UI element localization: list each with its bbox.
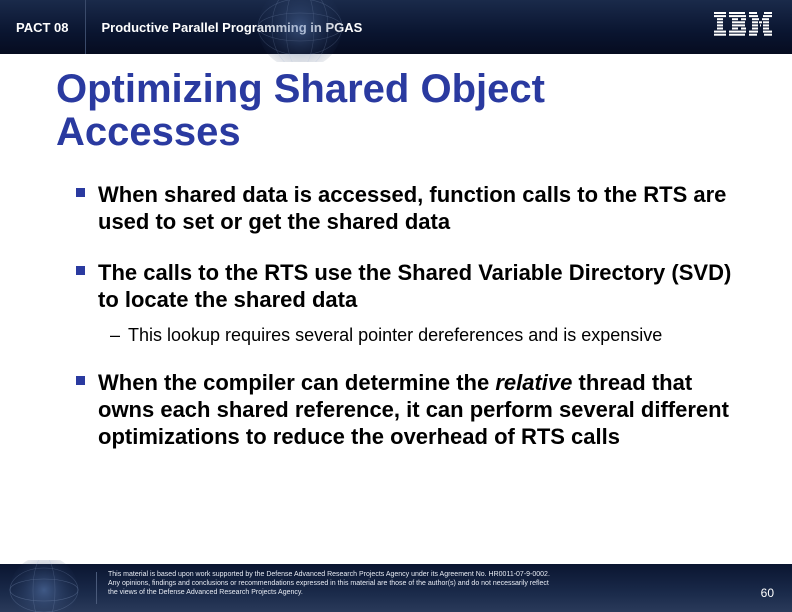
- footer-divider: [96, 572, 97, 604]
- footer-bar: This material is based upon work support…: [0, 564, 792, 612]
- bullet-text-pre: When the compiler can determine the: [98, 370, 495, 395]
- bullet-text: The calls to the RTS use the Shared Vari…: [98, 260, 731, 312]
- disclaimer-line: Any opinions, findings and conclusions o…: [108, 580, 732, 589]
- disclaimer-line: This material is based upon work support…: [108, 571, 732, 580]
- sub-bullet-item: This lookup requires several pointer der…: [98, 324, 736, 347]
- ibm-logo: [714, 12, 772, 36]
- bullet-item: When shared data is accessed, function c…: [56, 182, 736, 236]
- disclaimer-line: the views of the Defense Advanced Resear…: [108, 589, 732, 598]
- bullet-list: When shared data is accessed, function c…: [56, 182, 736, 450]
- bullet-item: When the compiler can determine the rela…: [56, 370, 736, 450]
- globe-decoration-bottom: [0, 560, 96, 612]
- header-bar: PACT 08 Productive Parallel Programming …: [0, 0, 792, 54]
- slide-title: Optimizing Shared Object Accesses: [56, 68, 736, 154]
- page-number: 60: [761, 586, 774, 600]
- bullet-text-em: relative: [495, 370, 572, 395]
- bullet-item: The calls to the RTS use the Shared Vari…: [56, 260, 736, 346]
- slide-body: Optimizing Shared Object Accesses When s…: [0, 54, 792, 451]
- sub-bullet-list: This lookup requires several pointer der…: [98, 324, 736, 347]
- footer-disclaimer: This material is based upon work support…: [108, 571, 732, 597]
- bullet-text: When shared data is accessed, function c…: [98, 182, 726, 234]
- slide: PACT 08 Productive Parallel Programming …: [0, 0, 792, 612]
- header-left-label: PACT 08: [0, 0, 86, 54]
- header-title: Productive Parallel Programming in PGAS: [86, 20, 363, 35]
